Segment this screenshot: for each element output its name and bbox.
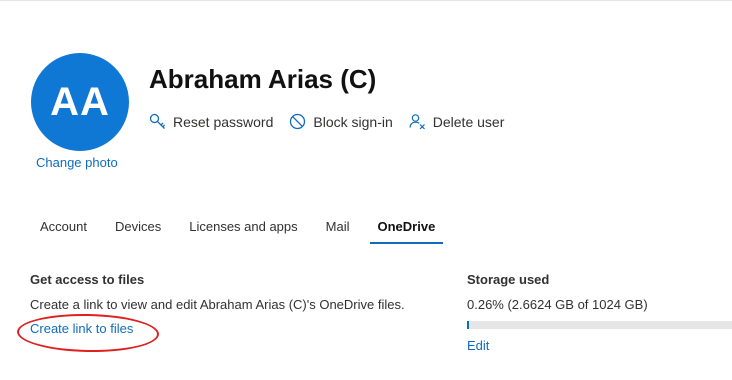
- tab-mail[interactable]: Mail: [314, 217, 362, 244]
- storage-progress-fill: [467, 321, 469, 329]
- block-icon: [290, 113, 306, 130]
- storage-usage-text: 0.26% (2.6624 GB of 1024 GB): [467, 297, 648, 312]
- storage-title: Storage used: [467, 272, 550, 287]
- tab-licenses-and-apps[interactable]: Licenses and apps: [177, 217, 309, 244]
- change-photo-link[interactable]: Change photo: [36, 155, 118, 170]
- block-sign-in-label: Block sign-in: [313, 113, 393, 130]
- storage-progress-bar: [467, 321, 732, 329]
- reset-password-button[interactable]: Reset password: [149, 113, 273, 130]
- user-name: Abraham Arias (C): [149, 64, 377, 94]
- action-bar: Reset password Block sign-in Delete user: [149, 113, 520, 130]
- tab-onedrive[interactable]: OneDrive: [366, 217, 448, 244]
- key-icon: [149, 113, 166, 129]
- delete-user-button[interactable]: Delete user: [409, 113, 505, 130]
- reset-password-label: Reset password: [173, 113, 274, 130]
- create-link-to-files-link[interactable]: Create link to files: [30, 321, 133, 336]
- avatar-initials: AA: [50, 79, 110, 124]
- avatar[interactable]: AA: [31, 53, 129, 151]
- block-sign-in-button[interactable]: Block sign-in: [289, 113, 393, 130]
- delete-user-label: Delete user: [432, 113, 505, 130]
- delete-user-icon: [409, 114, 425, 130]
- storage-edit-link[interactable]: Edit: [467, 338, 489, 353]
- get-access-title: Get access to files: [30, 272, 145, 287]
- tab-bar: Account Devices Licenses and apps Mail O…: [28, 217, 451, 244]
- get-access-description: Create a link to view and edit Abraham A…: [30, 297, 405, 312]
- tab-devices[interactable]: Devices: [103, 217, 173, 244]
- top-divider: [0, 0, 732, 1]
- tab-account[interactable]: Account: [28, 217, 99, 244]
